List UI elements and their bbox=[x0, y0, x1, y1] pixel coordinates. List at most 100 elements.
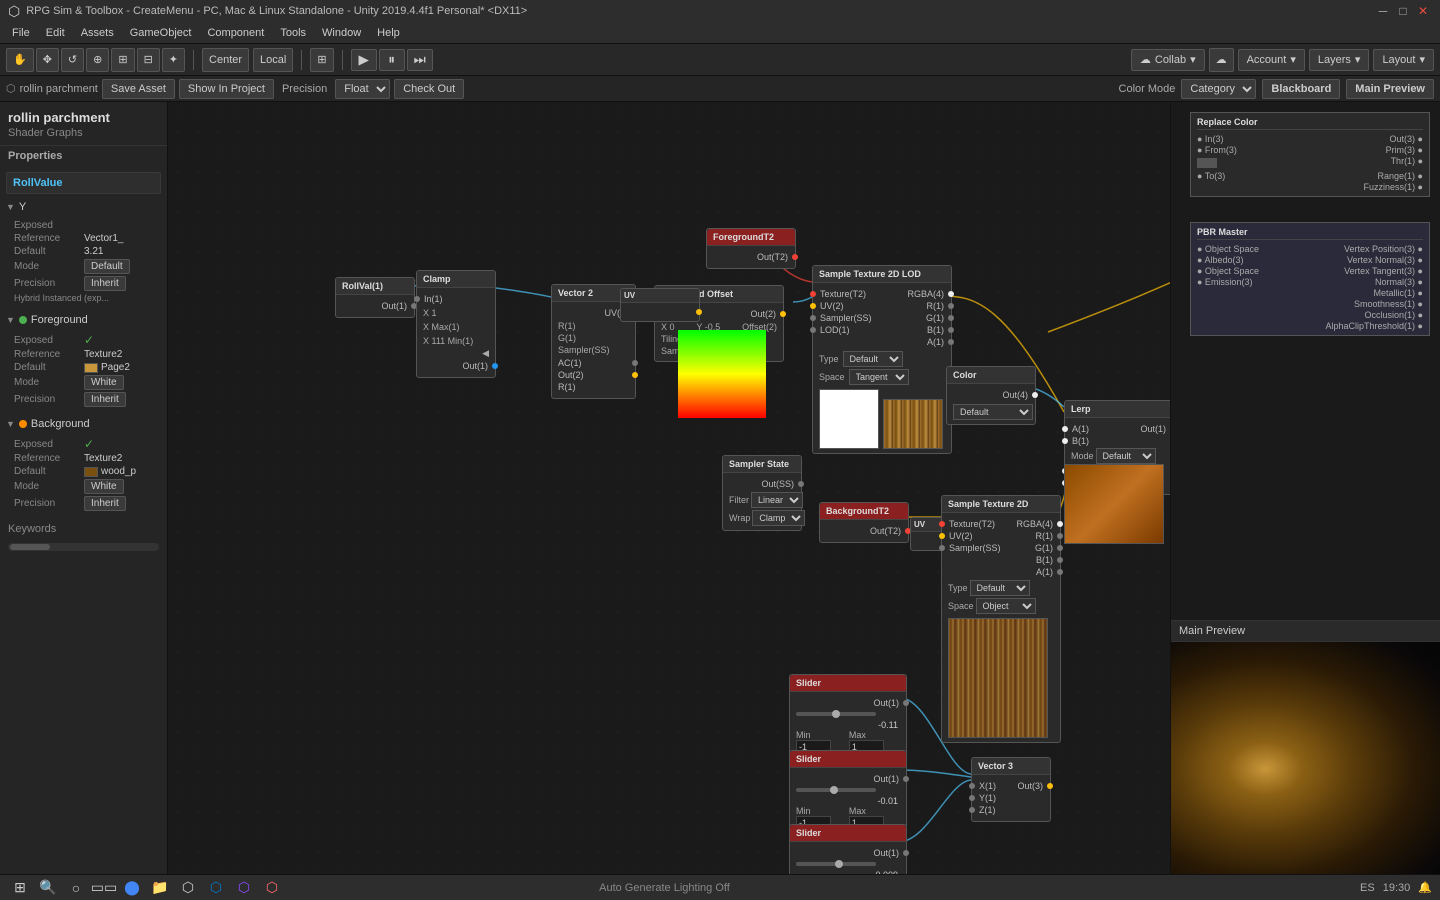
st2d-t2-label: Texture(T2) bbox=[949, 519, 995, 529]
rotate-tool[interactable]: ↺ bbox=[61, 48, 84, 72]
st2d-space-select[interactable]: Object bbox=[976, 598, 1036, 614]
checkout-button[interactable]: Check Out bbox=[394, 79, 464, 99]
save-asset-button[interactable]: Save Asset bbox=[102, 79, 175, 99]
transform-tools: ✋ ✥ ↺ ⊕ ⊞ ⊟ ✦ bbox=[6, 48, 185, 72]
stlod-type-select[interactable]: Default bbox=[843, 351, 903, 367]
sample-tex-lod-node[interactable]: Sample Texture 2D LOD Texture(T2) RGBA(4… bbox=[812, 265, 952, 454]
sample-tex-2d-node[interactable]: Sample Texture 2D Texture(T2) RGBA(4) UV… bbox=[941, 495, 1061, 743]
clamp-node[interactable]: Clamp In(1) X 1 X Max(1) X 111 Min(1) ◀ … bbox=[416, 270, 496, 378]
vs-icon[interactable]: ⬡ bbox=[232, 876, 256, 900]
account-button[interactable]: Account ▾ bbox=[1238, 49, 1305, 71]
step-button[interactable]: ⏭ bbox=[407, 49, 433, 71]
scrollbar-thumb[interactable] bbox=[10, 544, 50, 550]
v3-z-label: Z(1) bbox=[979, 805, 996, 815]
background-color-preview bbox=[1064, 464, 1164, 544]
color-body: Out(4) Default bbox=[947, 384, 1035, 424]
foreground-group-header[interactable]: ▼ Foreground bbox=[0, 311, 167, 329]
layout-label: Layout bbox=[1382, 54, 1415, 66]
lerp-mode-select[interactable]: Default bbox=[1096, 448, 1156, 464]
show-in-project-button[interactable]: Show In Project bbox=[179, 79, 274, 99]
layout-button[interactable]: Layout ▾ bbox=[1373, 49, 1434, 71]
bg-default-label: Default bbox=[14, 466, 84, 477]
play-button[interactable]: ▶ bbox=[351, 49, 377, 71]
roll-value-property[interactable]: RollValue bbox=[6, 172, 161, 194]
s1-track[interactable] bbox=[796, 712, 876, 716]
menu-file[interactable]: File bbox=[4, 25, 38, 41]
toolbar: ✋ ✥ ↺ ⊕ ⊞ ⊟ ✦ Center Local ⊞ ▶ ⏸ ⏭ ☁ Col… bbox=[0, 44, 1440, 76]
bg-precision-label: Precision bbox=[14, 498, 84, 509]
category-select[interactable]: Category bbox=[1181, 79, 1256, 99]
y-group-header[interactable]: ▼ Y bbox=[0, 198, 167, 216]
rect-tool[interactable]: ⊞ bbox=[111, 48, 134, 72]
ss-filter-select[interactable]: Linear bbox=[751, 492, 803, 508]
transform-tool[interactable]: ⊟ bbox=[137, 48, 160, 72]
blackboard-button[interactable]: Blackboard bbox=[1262, 79, 1340, 99]
s2-thumb[interactable] bbox=[830, 786, 838, 794]
sampler-state-node[interactable]: Sampler State Out(SS) Filter Linear Wrap… bbox=[722, 455, 802, 531]
chrome-icon[interactable]: ⬤ bbox=[120, 876, 144, 900]
minimize-button[interactable]: ─ bbox=[1374, 2, 1392, 20]
unknown-btn[interactable]: ⊞ bbox=[310, 48, 333, 72]
background-t2-node[interactable]: BackgroundT2 Out(T2) bbox=[819, 502, 909, 543]
center-button[interactable]: Center bbox=[202, 48, 249, 72]
s1-thumb[interactable] bbox=[832, 710, 840, 718]
menu-assets[interactable]: Assets bbox=[73, 25, 122, 41]
precision-select[interactable]: Float Half bbox=[335, 79, 390, 99]
foreground-t2-node[interactable]: ForegroundT2 Out(T2) bbox=[706, 228, 796, 269]
explorer-icon[interactable]: 📁 bbox=[148, 876, 172, 900]
time-display: 19:30 bbox=[1383, 882, 1411, 894]
menu-edit[interactable]: Edit bbox=[38, 25, 73, 41]
v3-x-port: X(1) Out(3) bbox=[978, 781, 1044, 791]
search-icon[interactable]: 🔍 bbox=[36, 876, 60, 900]
pause-button[interactable]: ⏸ bbox=[379, 49, 405, 71]
maximize-button[interactable]: □ bbox=[1394, 2, 1412, 20]
s3-thumb[interactable] bbox=[835, 860, 843, 868]
main-preview-button[interactable]: Main Preview bbox=[1346, 79, 1434, 99]
sep3 bbox=[342, 50, 343, 70]
vector3-node[interactable]: Vector 3 X(1) Out(3) Y(1) Z(1) bbox=[971, 757, 1051, 822]
s3-track[interactable] bbox=[796, 862, 876, 866]
notification-icon[interactable]: 🔔 bbox=[1418, 881, 1432, 894]
slider1-node[interactable]: Slider Out(1) -0.11 Min Max bbox=[789, 674, 907, 759]
roll-value-node[interactable]: RollVal(1) Out(1) bbox=[335, 277, 415, 318]
menu-help[interactable]: Help bbox=[369, 25, 408, 41]
to-out-label: Out(2) bbox=[750, 309, 776, 319]
collab-button[interactable]: ☁ Collab ▾ bbox=[1131, 49, 1205, 71]
local-button[interactable]: Local bbox=[253, 48, 293, 72]
fg-default-label: Default bbox=[14, 362, 84, 373]
unity-taskbar-icon[interactable]: ⬡ bbox=[176, 876, 200, 900]
clamp-header: Clamp bbox=[417, 271, 495, 288]
menu-gameobject[interactable]: GameObject bbox=[122, 25, 200, 41]
custom-tool[interactable]: ✦ bbox=[162, 48, 185, 72]
close-button[interactable]: ✕ bbox=[1414, 2, 1432, 20]
layers-button[interactable]: Layers ▾ bbox=[1309, 49, 1370, 71]
cortana-icon[interactable]: ○ bbox=[64, 876, 88, 900]
st2d-type-select[interactable]: Default bbox=[970, 580, 1030, 596]
horizontal-scrollbar[interactable] bbox=[8, 543, 159, 551]
st2d-body: Texture(T2) RGBA(4) UV(2) R(1) Sampler(S… bbox=[942, 513, 1060, 742]
title-bar: ⬡ RPG Sim & Toolbox - CreateMenu - PC, M… bbox=[0, 0, 1440, 22]
uv-small-node[interactable]: UV bbox=[620, 288, 700, 322]
lerp-a-port: A(1) Out(1) bbox=[1071, 424, 1167, 434]
move-tool[interactable]: ✥ bbox=[36, 48, 59, 72]
menu-window[interactable]: Window bbox=[314, 25, 369, 41]
vscode-icon[interactable]: ⬡ bbox=[204, 876, 228, 900]
menu-tools[interactable]: Tools bbox=[272, 25, 314, 41]
ss-wrap-select[interactable]: Clamp bbox=[752, 510, 805, 526]
color-node[interactable]: Color Out(4) Default bbox=[946, 366, 1036, 425]
menu-component[interactable]: Component bbox=[199, 25, 272, 41]
scale-tool[interactable]: ⊕ bbox=[86, 48, 109, 72]
s2-track[interactable] bbox=[796, 788, 876, 792]
background-group-header[interactable]: ▼ Background bbox=[0, 415, 167, 433]
node-canvas[interactable]: RollVal(1) Out(1) Clamp In(1) X 1 X Max(… bbox=[168, 102, 1170, 900]
cloud-button[interactable]: ☁ bbox=[1209, 48, 1234, 72]
rider-icon[interactable]: ⬡ bbox=[260, 876, 284, 900]
title-bar-controls[interactable]: ─ □ ✕ bbox=[1374, 2, 1432, 20]
main-preview-header: Main Preview bbox=[1171, 621, 1440, 642]
stlod-space-select[interactable]: Tangent bbox=[849, 369, 909, 385]
hand-tool[interactable]: ✋ bbox=[6, 48, 34, 72]
windows-icon[interactable]: ⊞ bbox=[8, 876, 32, 900]
task-view-icon[interactable]: ▭▭ bbox=[92, 876, 116, 900]
slider2-node[interactable]: Slider Out(1) -0.01 Min Max bbox=[789, 750, 907, 835]
color-mode-select[interactable]: Default bbox=[953, 404, 1033, 420]
